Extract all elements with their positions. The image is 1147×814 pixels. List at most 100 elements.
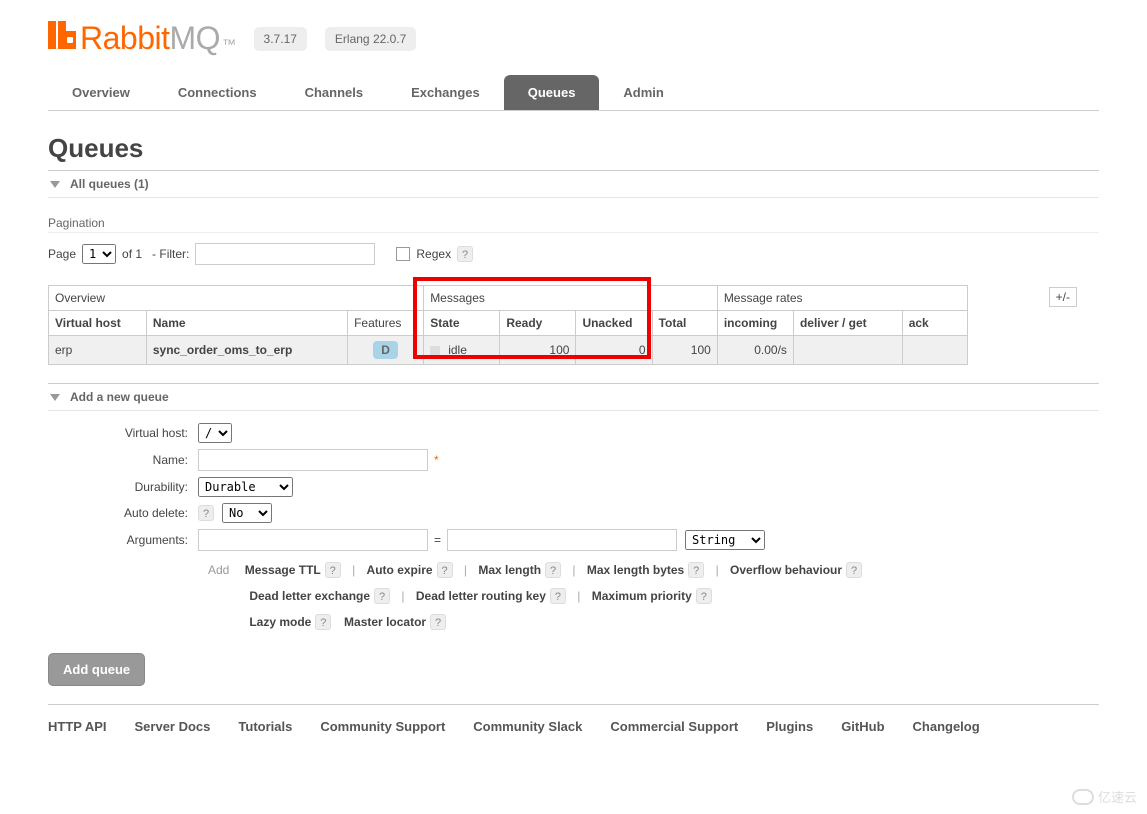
hint-help[interactable]: ?	[550, 588, 566, 604]
col-group-rates: Message rates	[717, 286, 967, 311]
pagination-heading: Pagination	[48, 216, 1099, 233]
page-select[interactable]: 1	[82, 244, 116, 264]
logo-text-1: Rabbit	[80, 20, 170, 57]
autodelete-select[interactable]: No	[222, 503, 272, 523]
feature-badge-d: D	[373, 341, 398, 359]
col-total[interactable]: Total	[652, 311, 717, 336]
hint-help[interactable]: ?	[430, 614, 446, 630]
vhost-select[interactable]: /	[198, 423, 232, 443]
page-of-label: of 1	[122, 247, 142, 261]
hint-help[interactable]: ?	[325, 562, 341, 578]
hint-help[interactable]: ?	[315, 614, 331, 630]
col-unacked[interactable]: Unacked	[576, 311, 652, 336]
label-durability: Durability:	[48, 480, 198, 494]
regex-checkbox[interactable]	[396, 247, 410, 261]
page-label: Page	[48, 247, 76, 261]
hint-help[interactable]: ?	[374, 588, 390, 604]
tab-queues[interactable]: Queues	[504, 75, 600, 110]
hint-help[interactable]: ?	[437, 562, 453, 578]
state-dot-icon	[430, 346, 440, 356]
hint-max-length[interactable]: Max length	[478, 563, 541, 577]
regex-label: Regex	[416, 247, 451, 261]
footer-links: HTTP API Server Docs Tutorials Community…	[48, 704, 1099, 748]
hint-help[interactable]: ?	[696, 588, 712, 604]
tab-channels[interactable]: Channels	[281, 75, 388, 110]
chevron-down-icon	[50, 394, 60, 401]
col-ack[interactable]: ack	[902, 311, 967, 336]
section-add-queue[interactable]: Add a new queue	[48, 383, 1099, 411]
filter-input[interactable]	[195, 243, 375, 265]
nav-tabs: Overview Connections Channels Exchanges …	[48, 75, 1099, 111]
hint-help[interactable]: ?	[545, 562, 561, 578]
hints-add-label: Add	[208, 563, 229, 577]
tab-connections[interactable]: Connections	[154, 75, 281, 110]
hint-dlrk[interactable]: Dead letter routing key	[416, 589, 546, 603]
hint-dlx[interactable]: Dead letter exchange	[249, 589, 370, 603]
autodelete-help[interactable]: ?	[198, 505, 214, 521]
tab-exchanges[interactable]: Exchanges	[387, 75, 504, 110]
hint-help[interactable]: ?	[846, 562, 862, 578]
cell-total: 100	[652, 336, 717, 365]
col-features[interactable]: Features	[348, 311, 424, 336]
footer-community-support[interactable]: Community Support	[320, 719, 445, 734]
cell-state: idle	[424, 336, 500, 365]
table-row[interactable]: erp sync_order_oms_to_erp D idle 100 0 1…	[49, 336, 968, 365]
argument-key-input[interactable]	[198, 529, 428, 551]
cell-unacked: 0	[576, 336, 652, 365]
page-title: Queues	[48, 133, 1099, 164]
regex-help[interactable]: ?	[457, 246, 473, 262]
add-queue-title: Add a new queue	[70, 390, 169, 404]
tab-overview[interactable]: Overview	[48, 75, 154, 110]
hint-lazy-mode[interactable]: Lazy mode	[249, 615, 311, 629]
queues-table: Overview Messages Message rates Virtual …	[48, 285, 968, 365]
col-ready[interactable]: Ready	[500, 311, 576, 336]
add-queue-button[interactable]: Add queue	[48, 653, 145, 686]
watermark: 亿速云	[1072, 787, 1137, 806]
hint-max-priority[interactable]: Maximum priority	[592, 589, 692, 603]
footer-github[interactable]: GitHub	[841, 719, 884, 734]
col-deliver[interactable]: deliver / get	[793, 311, 902, 336]
logo: RabbitMQ™	[48, 20, 236, 57]
erlang-badge: Erlang 22.0.7	[325, 27, 416, 51]
hint-message-ttl[interactable]: Message TTL	[245, 563, 321, 577]
cell-name[interactable]: sync_order_oms_to_erp	[146, 336, 347, 365]
logo-tm: ™	[222, 36, 236, 52]
argument-type-select[interactable]: String	[685, 530, 765, 550]
logo-text-2: MQ	[170, 20, 221, 57]
footer-plugins[interactable]: Plugins	[766, 719, 813, 734]
required-marker: *	[434, 453, 439, 467]
col-vhost[interactable]: Virtual host	[49, 311, 147, 336]
label-name: Name:	[48, 453, 198, 467]
pagination-controls: Page 1 of 1 - Filter: Regex ?	[48, 243, 1099, 265]
columns-toggle[interactable]: +/-	[1049, 287, 1077, 307]
hint-help[interactable]: ?	[688, 562, 704, 578]
hint-max-length-bytes[interactable]: Max length bytes	[587, 563, 684, 577]
col-incoming[interactable]: incoming	[717, 311, 793, 336]
col-group-messages: Messages	[424, 286, 718, 311]
queues-table-wrap: +/- Overview Messages Message rates Virt…	[48, 285, 1099, 365]
col-name[interactable]: Name	[146, 311, 347, 336]
version-badge: 3.7.17	[254, 27, 307, 51]
footer-http-api[interactable]: HTTP API	[48, 719, 107, 734]
footer-server-docs[interactable]: Server Docs	[135, 719, 211, 734]
label-arguments: Arguments:	[48, 533, 198, 547]
footer-commercial-support[interactable]: Commercial Support	[610, 719, 738, 734]
tab-admin[interactable]: Admin	[599, 75, 687, 110]
argument-value-input[interactable]	[447, 529, 677, 551]
header-row: RabbitMQ™ 3.7.17 Erlang 22.0.7	[48, 20, 1099, 57]
footer-community-slack[interactable]: Community Slack	[473, 719, 582, 734]
label-autodelete: Auto delete:	[48, 506, 198, 520]
hint-overflow-behaviour[interactable]: Overflow behaviour	[730, 563, 842, 577]
hint-master-locator[interactable]: Master locator	[344, 615, 426, 629]
section-all-queues[interactable]: All queues (1)	[48, 170, 1099, 198]
footer-changelog[interactable]: Changelog	[913, 719, 980, 734]
col-group-overview: Overview	[49, 286, 424, 311]
filter-label: - Filter:	[152, 247, 189, 261]
cell-ready: 100	[500, 336, 576, 365]
hint-auto-expire[interactable]: Auto expire	[367, 563, 433, 577]
footer-tutorials[interactable]: Tutorials	[238, 719, 292, 734]
col-state[interactable]: State	[424, 311, 500, 336]
durability-select[interactable]: Durable	[198, 477, 293, 497]
name-input[interactable]	[198, 449, 428, 471]
argument-hints: Add Message TTL? | Auto expire? | Max le…	[208, 557, 1099, 635]
